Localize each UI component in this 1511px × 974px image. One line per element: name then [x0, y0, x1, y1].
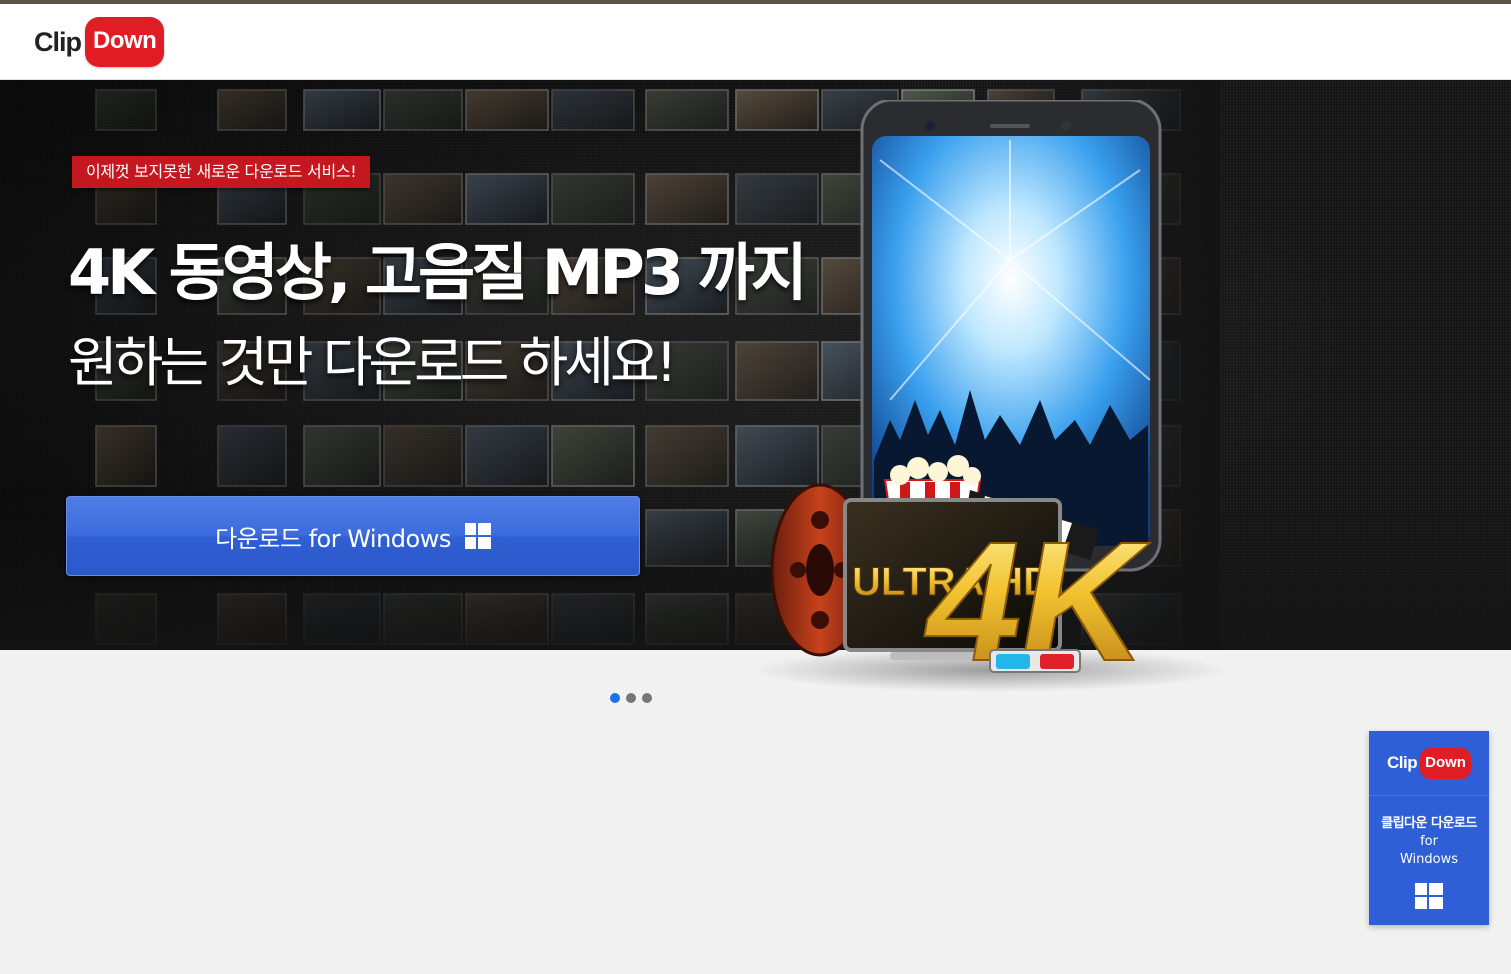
phone-camera-icon	[925, 121, 935, 131]
windows-icon	[464, 523, 491, 549]
promo-badge: 이제껏 보지못한 새로운 다운로드 서비스!	[72, 156, 371, 188]
widget-logo-clip: Clip	[1387, 753, 1418, 772]
carousel-dot-1[interactable]	[610, 693, 620, 703]
carousel-dot-2[interactable]	[626, 693, 636, 703]
download-button-label: 다운로드 for Windows	[215, 524, 451, 553]
phone-sensor-icon	[1061, 121, 1071, 131]
hero-headline: 4K 동영상, 고음질 MP3 까지	[68, 236, 808, 309]
site-header: Clip Down	[0, 4, 1511, 80]
widget-logo-down: Down	[1420, 747, 1471, 779]
widget-for-text: for	[1420, 834, 1438, 849]
widget-windows-text: Windows	[1399, 852, 1459, 867]
logo-down-text: Down	[85, 17, 165, 67]
carousel-dot-3[interactable]	[642, 693, 652, 703]
widget-logo: Clip Down	[1369, 731, 1489, 796]
clipdown-logo[interactable]: Clip Down	[34, 14, 165, 70]
hero-subheadline: 원하는 것만 다운로드 하세요!	[68, 331, 677, 394]
download-for-windows-button[interactable]: 다운로드 for Windows	[66, 496, 640, 576]
3d-glasses-icon	[989, 649, 1081, 673]
phone-speaker	[990, 124, 1030, 128]
windows-icon	[1415, 883, 1443, 909]
floating-download-widget[interactable]: Clip Down 클립다운 다운로드 for Windows	[1369, 731, 1489, 925]
widget-title: 클립다운 다운로드	[1381, 816, 1477, 831]
carousel-indicators	[610, 693, 652, 703]
logo-clip-text: Clip	[34, 26, 82, 57]
smartphone-4k-illustration: ULTRA HD 4K	[750, 100, 1230, 698]
